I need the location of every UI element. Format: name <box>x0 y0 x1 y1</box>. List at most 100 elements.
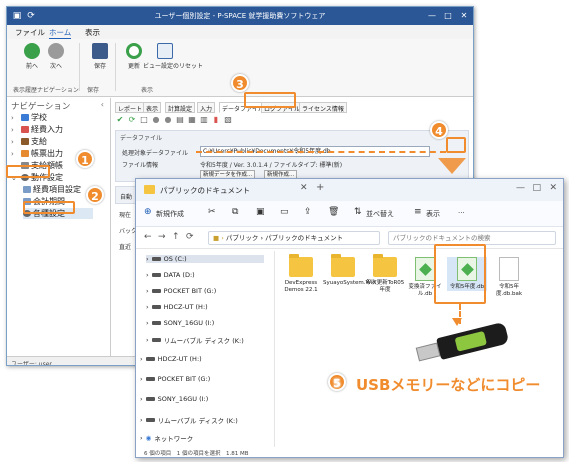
db-file-icon <box>415 257 435 281</box>
drive-icon <box>151 289 161 293</box>
up-arrow-icon[interactable]: ↑ <box>172 232 180 242</box>
tab-report[interactable]: レポート <box>115 102 146 113</box>
play-icon[interactable]: ● <box>163 115 173 125</box>
tab-display[interactable]: 表示 <box>143 102 162 113</box>
report-icon <box>21 150 29 157</box>
tree-item-sony[interactable]: › SONY_16GU (I:) <box>146 319 214 327</box>
drive-icon <box>145 377 155 381</box>
nav-item-expense[interactable]: › 経費入力 <box>11 124 63 135</box>
stop-icon[interactable]: ● <box>151 115 161 125</box>
drive-icon <box>151 321 161 325</box>
info-value: 令和5年度 / Ver. 3.0.1.4 / ファイルタイプ: 標準(新) <box>200 162 343 169</box>
nav-item-expense-items[interactable]: 経費項目設定 <box>23 184 81 195</box>
highlight-r5-db <box>434 244 486 304</box>
tree-item-hdcz-2[interactable]: › HDCZ-UT (H:) <box>140 355 202 363</box>
close-button[interactable]: ✕ <box>549 183 557 193</box>
export-icon[interactable]: ▥ <box>199 115 209 125</box>
print-icon[interactable]: ▦ <box>187 115 197 125</box>
paste-icon[interactable]: ▣ <box>256 207 265 217</box>
dashed-guide <box>196 151 446 153</box>
group-save: 保存 <box>87 87 100 94</box>
step-badge-2: 2 <box>86 186 104 204</box>
tree-item-os[interactable]: › OS (C:) <box>146 255 264 263</box>
close-tab-icon[interactable]: ✕ <box>300 183 308 193</box>
step-badge-1: 1 <box>76 150 94 168</box>
file-item-r5-bak[interactable]: 令和5年度.db.bak <box>489 257 529 298</box>
minimize-button[interactable]: — <box>425 9 439 23</box>
nav-item-payment[interactable]: › 支給 <box>11 136 47 147</box>
tree-item-pocketbit[interactable]: › POCKET BIT (G:) <box>146 287 216 295</box>
search-input[interactable]: パブリックのドキュメントの検索 <box>388 231 556 245</box>
file-item-annual-update[interactable]: 年次更新ToR05年度 <box>365 254 405 294</box>
view-icon: ≡ <box>414 207 422 217</box>
target-label: 処理対象データファイル <box>122 150 189 157</box>
new-button[interactable]: 新規作成 <box>156 209 184 219</box>
tree-item-sony-2[interactable]: › SONY_16GU (I:) <box>140 395 208 403</box>
network-icon: ◉ <box>145 434 152 442</box>
address-bar[interactable]: ■ › パブリック › パブリックのドキュメント <box>208 231 380 245</box>
refresh-icon[interactable]: ⟳ <box>127 115 137 125</box>
tree-item-data[interactable]: › DATA (D:) <box>146 271 195 279</box>
collapse-nav-icon[interactable]: ‹ <box>101 100 104 109</box>
save-icon <box>92 43 108 59</box>
check-icon[interactable]: ✔ <box>115 115 125 125</box>
tree-item-hdcz[interactable]: › HDCZ-UT (H:) <box>146 303 208 311</box>
now-label: 現在 <box>119 212 132 219</box>
step-badge-5: 5 <box>328 373 346 391</box>
rename-icon[interactable]: ▭ <box>280 207 289 217</box>
file-item-syuayo[interactable]: SyuayoSystem.Win <box>323 254 376 287</box>
close-button[interactable]: ✕ <box>457 9 471 23</box>
view-button[interactable]: 表示 <box>426 209 440 219</box>
save-button[interactable]: 保存 <box>85 43 115 70</box>
info-label: ファイル情報 <box>122 162 159 169</box>
file-item-devexpress[interactable]: DevExpress Demos 22.1 <box>281 254 321 294</box>
share-icon[interactable]: ⇪ <box>304 207 312 217</box>
nav-item-report[interactable]: › 帳票出力 <box>11 148 63 159</box>
more-icon[interactable]: ··· <box>458 209 465 217</box>
nav-header: ナビゲーション <box>11 102 71 112</box>
view-reset-icon <box>157 43 173 59</box>
tab-license[interactable]: ライセンス情報 <box>299 102 347 113</box>
forward-arrow-icon[interactable]: → <box>158 232 166 242</box>
tab-input[interactable]: 入力 <box>197 102 216 113</box>
tab-view[interactable]: 表示 <box>85 27 100 38</box>
address-folder-icon: ■ › <box>213 234 224 242</box>
settings-icon[interactable]: ▧ <box>223 115 233 125</box>
new-icon: ⊕ <box>144 207 152 217</box>
tab-calc[interactable]: 計算設定 <box>165 102 196 113</box>
tree-item-removable-2[interactable]: › リムーバブル ディスク (K:) <box>140 415 238 425</box>
tree-item-pocketbit-2[interactable]: › POCKET BIT (G:) <box>140 375 210 383</box>
maximize-button[interactable]: □ <box>441 9 455 23</box>
new-icon[interactable]: □ <box>139 115 149 125</box>
forward-button[interactable]: 次へ <box>41 43 71 70</box>
folder-icon <box>289 254 313 277</box>
address-row: ← → ↑ ⟳ ■ › パブリック › パブリックのドキュメント パブリックのド… <box>136 227 563 249</box>
cut-icon[interactable]: ✂ <box>208 207 216 217</box>
maximize-button[interactable]: □ <box>532 183 541 193</box>
breadcrumb-documents[interactable]: パブリックのドキュメント <box>265 234 343 242</box>
highlight-settings <box>6 165 50 178</box>
window-title: ユーザー個別設定 - P-SPACE 就学援助費ソフトウェア <box>154 12 326 20</box>
drive-icon <box>151 305 161 309</box>
copy-icon[interactable]: ▤ <box>175 115 185 125</box>
tree-item-network[interactable]: › ◉ ネットワーク <box>140 433 193 443</box>
down-arrow-icon <box>438 158 466 174</box>
new-tab-icon[interactable]: + <box>316 182 324 193</box>
copy-icon[interactable]: ⧉ <box>232 207 238 217</box>
tree-item-removable[interactable]: › リムーバブル ディスク (K:) <box>146 335 244 345</box>
tab-home[interactable]: ホーム <box>49 27 72 39</box>
command-bar: ⊕ 新規作成 ✂ ⧉ ▣ ▭ ⇪ 🗑 ⇅ 並べ替え ≡ 表示 ··· <box>136 201 563 227</box>
sort-button[interactable]: 並べ替え <box>366 209 394 219</box>
expense-icon <box>21 126 29 133</box>
highlight-misc-settings <box>23 201 75 214</box>
pdf-icon[interactable]: ▮ <box>211 115 221 125</box>
delete-icon[interactable]: 🗑 <box>328 207 339 217</box>
breadcrumb-public[interactable]: パブリック <box>226 234 259 242</box>
nav-item-school[interactable]: › 学校 <box>11 112 47 123</box>
refresh-icon[interactable]: ⟳ <box>186 232 194 242</box>
view-reset-button[interactable]: ビュー設定のリセット <box>143 43 203 70</box>
minimize-button[interactable]: — <box>516 183 525 193</box>
tab-file[interactable]: ファイル <box>15 27 45 38</box>
drive-icon <box>145 397 155 401</box>
back-arrow-icon[interactable]: ← <box>144 232 152 242</box>
